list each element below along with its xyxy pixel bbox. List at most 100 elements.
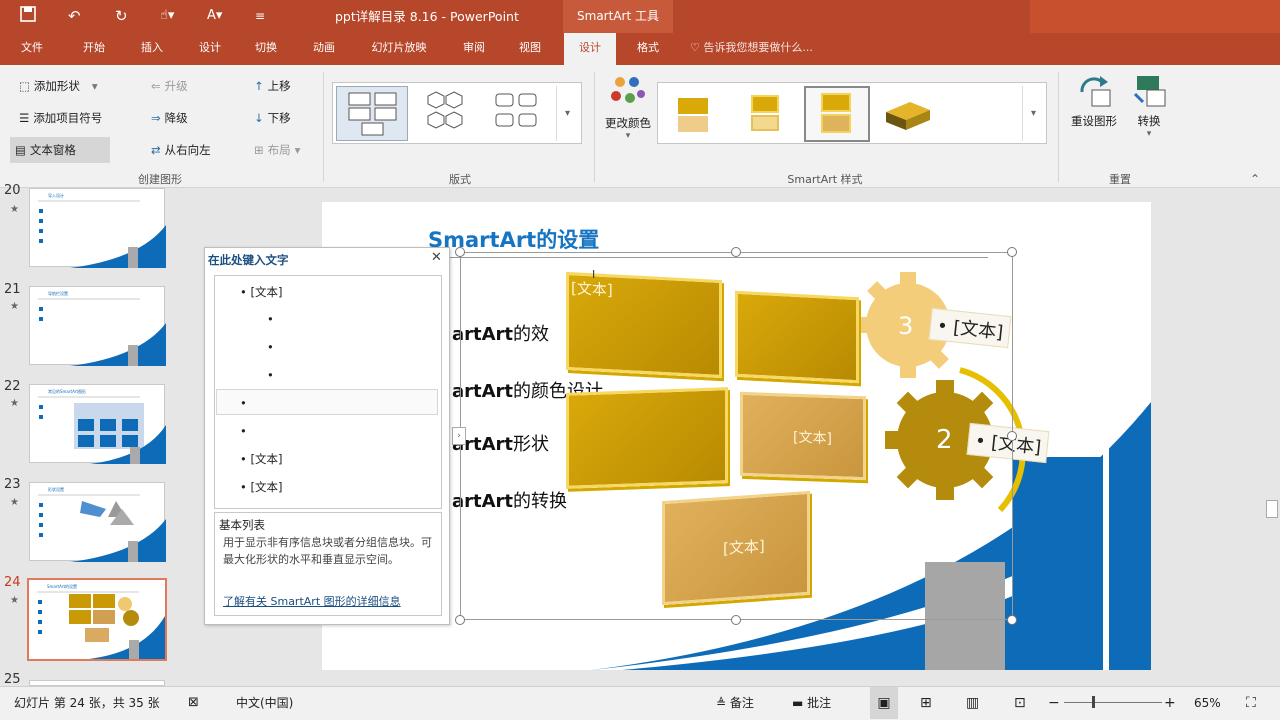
- notes-label: 备注: [729, 696, 754, 710]
- text-pane-item[interactable]: •: [240, 424, 247, 438]
- resize-handle-nw[interactable]: [455, 247, 465, 257]
- tab-smartart-design[interactable]: 设计: [564, 33, 616, 65]
- move-down-label: 下移: [267, 111, 291, 125]
- promote-button[interactable]: ⇐ 升级: [146, 74, 193, 98]
- convert-button[interactable]: 转换 ▾: [1124, 74, 1174, 146]
- resize-handle-sw[interactable]: [455, 615, 465, 625]
- comment-icon: ▬: [792, 696, 804, 710]
- tab-slideshow[interactable]: 幻灯片放映: [365, 33, 433, 65]
- reset-graphic-button[interactable]: 重设图形: [1066, 74, 1122, 138]
- arrow-up-icon: ↑: [254, 79, 264, 93]
- slide-number: 24: [4, 575, 21, 590]
- demote-button[interactable]: ⇒ 降级: [146, 106, 193, 130]
- tab-animations[interactable]: 动画: [302, 33, 346, 65]
- swap-arrows-icon: ⇄: [151, 143, 161, 157]
- customize-qat-icon[interactable]: ≡: [255, 6, 265, 26]
- tab-view[interactable]: 视图: [508, 33, 552, 65]
- slideshow-icon[interactable]: ⊡: [1014, 687, 1026, 719]
- tab-design[interactable]: 设计: [188, 33, 232, 65]
- move-down-button[interactable]: ↓ 下移: [249, 106, 296, 130]
- slide-thumbnail-21[interactable]: 导航栏设置: [29, 286, 166, 366]
- tab-insert[interactable]: 插入: [130, 33, 174, 65]
- collapse-ribbon-icon[interactable]: ⌃: [1250, 172, 1260, 186]
- status-bar: 幻灯片 第 24 张，共 35 张 ⊠ 中文(中国) ≜ 备注 ▬ 批注 ▣ ⊞…: [0, 686, 1280, 720]
- text-pane-item[interactable]: •: [240, 396, 247, 410]
- text-pane-item[interactable]: •: [267, 312, 274, 326]
- slide-thumbnail-20[interactable]: 导入设计: [29, 188, 166, 268]
- context-tab-title: SmartArt 工具: [563, 0, 673, 33]
- comments-button[interactable]: ▬ 批注: [792, 687, 831, 719]
- spell-check-icon[interactable]: ⊠: [188, 687, 199, 719]
- layout-info-description: 用于显示非有序信息块或者分组信息块。可最大化形状的水平和垂直显示空间。: [223, 536, 432, 566]
- add-shape-button[interactable]: ⬚ 添加形状 ▾: [14, 74, 103, 98]
- notes-button[interactable]: ≜ 备注: [716, 687, 754, 719]
- zoom-slider-thumb[interactable]: [1092, 696, 1095, 708]
- layout-option-basic-block[interactable]: [336, 86, 408, 141]
- arrow-down-icon: ↓: [254, 111, 264, 125]
- touch-mode-icon[interactable]: ☝▾: [160, 6, 174, 26]
- add-bullet-button[interactable]: ☰ 添加项目符号: [14, 106, 107, 130]
- resize-handle-ne[interactable]: [1007, 247, 1017, 257]
- resize-handle-s[interactable]: [731, 615, 741, 625]
- tab-format[interactable]: 格式: [626, 33, 670, 65]
- styles-gallery-more-button[interactable]: ▾: [1022, 86, 1044, 141]
- vertical-scrollbar[interactable]: [1264, 189, 1280, 686]
- style-option-subtle[interactable]: [740, 88, 790, 138]
- close-icon[interactable]: ✕: [431, 250, 442, 265]
- resize-handle-se[interactable]: [1007, 615, 1017, 625]
- resize-handle-n[interactable]: [731, 247, 741, 257]
- slide-sorter-icon[interactable]: ⊞: [920, 687, 932, 719]
- text-pane-item[interactable]: •: [267, 340, 274, 354]
- move-up-button[interactable]: ↑ 上移: [249, 74, 296, 98]
- layout-label: 布局: [267, 143, 291, 157]
- learn-more-link[interactable]: 了解有关 SmartArt 图形的详细信息: [223, 593, 401, 609]
- tab-file[interactable]: 文件: [10, 33, 54, 65]
- undo-icon[interactable]: ↶: [68, 6, 81, 26]
- zoom-in-icon[interactable]: +: [1164, 687, 1176, 719]
- text-pane-item[interactable]: •: [267, 368, 274, 382]
- text-pane-active-line[interactable]: [216, 389, 438, 415]
- tab-home[interactable]: 开始: [72, 33, 116, 65]
- tab-review[interactable]: 审阅: [452, 33, 496, 65]
- layout-button[interactable]: ⊞ 布局 ▾: [249, 138, 305, 162]
- text-pane-button[interactable]: ▤ 文本窗格: [10, 137, 110, 163]
- text-pane-toggle-button[interactable]: ›: [452, 427, 466, 445]
- add-bullet-label: 添加项目符号: [33, 111, 103, 125]
- redo-icon[interactable]: ↻: [115, 6, 128, 26]
- zoom-slider-track[interactable]: [1064, 702, 1162, 703]
- scrollbar-thumb[interactable]: [1266, 500, 1278, 518]
- resize-handle-e[interactable]: [1007, 431, 1017, 441]
- slide-thumbnail-24-selected[interactable]: SmartArt的设置: [27, 578, 167, 661]
- language-indicator[interactable]: 中文(中国): [236, 687, 293, 719]
- text-pane-item[interactable]: • [文本]: [240, 284, 282, 300]
- fit-to-window-icon[interactable]: ⛶: [1246, 687, 1256, 719]
- slide-title[interactable]: SmartArt的设置: [428, 224, 599, 254]
- reading-view-icon[interactable]: ▥: [966, 687, 979, 719]
- tell-me-box[interactable]: ♡ 告诉我您想要做什么...: [690, 33, 850, 65]
- save-icon[interactable]: [20, 6, 36, 27]
- text-pane-item[interactable]: • [文本]: [240, 479, 282, 495]
- chevron-down-icon: ▾: [294, 143, 301, 157]
- tab-transitions[interactable]: 切换: [244, 33, 288, 65]
- layout-option-rounded-blocks[interactable]: [486, 86, 546, 141]
- slide-thumbnail-22[interactable]: 常见的SmartArt图形: [29, 384, 166, 464]
- text-pane-item-text: [文本]: [250, 452, 283, 466]
- change-colors-button[interactable]: 更改颜色 ▾: [600, 74, 656, 144]
- zoom-out-icon[interactable]: −: [1048, 687, 1060, 719]
- layout-option-hexagons[interactable]: [416, 86, 476, 141]
- text-pane-item-text: [文本]: [250, 285, 283, 299]
- normal-view-icon[interactable]: ▣: [870, 687, 898, 719]
- format-painter-icon[interactable]: A▾: [207, 6, 222, 26]
- zoom-level[interactable]: 65%: [1194, 687, 1221, 719]
- slide-number: 20: [4, 183, 21, 198]
- text-pane-item[interactable]: • [文本]: [240, 451, 282, 467]
- promote-label: 升级: [164, 79, 188, 93]
- slide-thumbnail-23[interactable]: 形状设置: [29, 482, 166, 562]
- layout-gallery-more-button[interactable]: ▾: [556, 86, 578, 141]
- group-label-smartart-styles: SmartArt 样式: [787, 173, 863, 186]
- style-option-3d[interactable]: [880, 88, 936, 138]
- style-option-moderate-selected[interactable]: [804, 86, 870, 142]
- style-option-flat[interactable]: [670, 88, 720, 138]
- right-to-left-button[interactable]: ⇄ 从右向左: [146, 138, 216, 162]
- smartart-selection-frame[interactable]: [460, 252, 1013, 620]
